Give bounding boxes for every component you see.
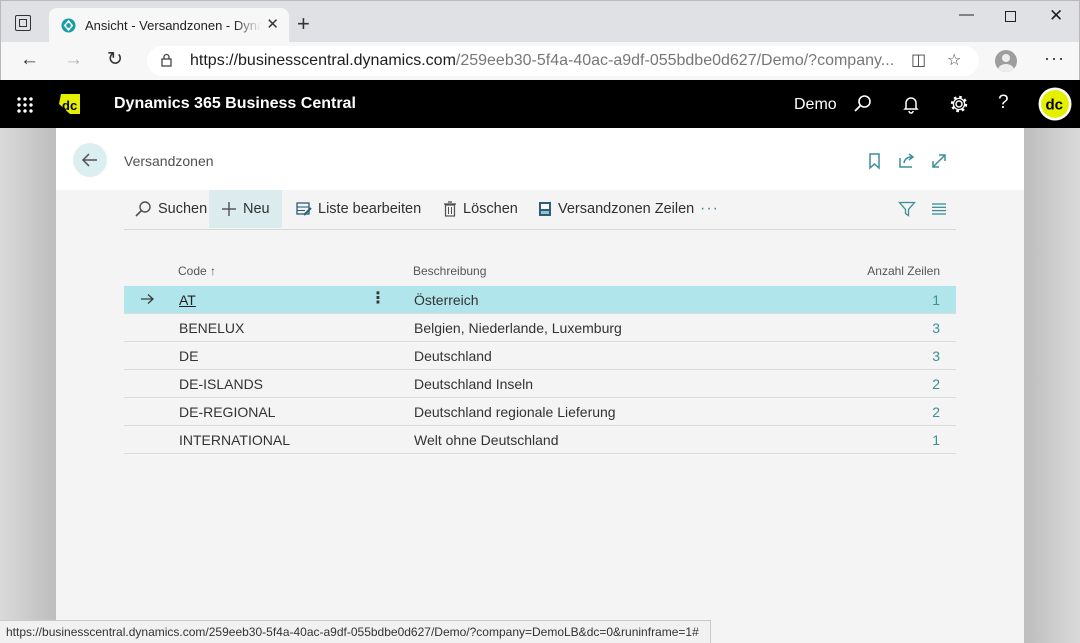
- trash-icon: [444, 201, 456, 217]
- app-bar: dc Dynamics 365 Business Central Demo ?: [0, 80, 1080, 128]
- page-header: Versandzonen: [56, 128, 1024, 190]
- row-menu-icon[interactable]: ⋮: [370, 291, 386, 307]
- new-label: Neu: [243, 201, 270, 217]
- notifications-icon[interactable]: [901, 94, 921, 114]
- tab-title: Ansicht - Versandzonen - Dynamics 365 Bu…: [85, 18, 261, 33]
- backdrop-left: [0, 128, 56, 643]
- search-button[interactable]: Suchen: [134, 190, 207, 228]
- filter-icon: [898, 201, 916, 217]
- code-cell[interactable]: DE-ISLANDS: [179, 376, 263, 392]
- delete-label: Löschen: [463, 201, 518, 217]
- edit-list-button[interactable]: Liste bearbeiten: [296, 190, 421, 228]
- search-icon[interactable]: [853, 94, 873, 114]
- column-header-code[interactable]: Code ↑: [178, 264, 216, 278]
- code-cell[interactable]: BENELUX: [179, 320, 244, 336]
- document-lines-icon: [539, 202, 551, 216]
- filter-button[interactable]: [898, 190, 922, 228]
- app-launcher-icon[interactable]: [16, 96, 33, 113]
- column-header-line-count[interactable]: Anzahl Zeilen: [867, 264, 940, 278]
- company-name[interactable]: Demo: [794, 96, 837, 114]
- table-row[interactable]: DE-REGIONAL Deutschland regionale Liefer…: [124, 398, 956, 426]
- table-rows: AT ⋮ Österreich 1 BENELUX Belgien, Niede…: [124, 286, 956, 454]
- browser-tab[interactable]: Ansicht - Versandzonen - Dynamics 365 Bu…: [49, 8, 289, 43]
- line-count-cell[interactable]: 3: [932, 348, 940, 364]
- column-header-description[interactable]: Beschreibung: [413, 264, 486, 278]
- table-row[interactable]: BENELUX Belgien, Niederlande, Luxemburg …: [124, 314, 956, 342]
- help-icon[interactable]: ?: [998, 92, 1018, 113]
- zone-lines-button[interactable]: Versandzonen Zeilen: [538, 190, 694, 228]
- arrow-right-icon: [141, 294, 154, 304]
- window-close-icon[interactable]: ✕: [1049, 7, 1063, 25]
- add-favorite-icon[interactable]: ☆: [947, 51, 961, 71]
- edit-list-icon: [296, 202, 312, 216]
- line-count-cell[interactable]: 1: [932, 432, 940, 448]
- settings-gear-icon[interactable]: [949, 94, 969, 114]
- profile-icon[interactable]: [995, 50, 1017, 72]
- arrow-left-icon: [81, 153, 97, 167]
- action-bar: Suchen Neu Liste bearbeiten Löschen Vers…: [124, 190, 956, 230]
- search-icon: [135, 201, 151, 217]
- split-screen-icon[interactable]: ◫: [911, 51, 926, 71]
- company-logo-icon[interactable]: dc: [57, 91, 83, 117]
- reload-icon[interactable]: ↻: [107, 50, 123, 70]
- product-name[interactable]: Dynamics 365 Business Central: [114, 95, 356, 113]
- share-icon[interactable]: [898, 152, 916, 170]
- search-label: Suchen: [158, 201, 208, 217]
- table-row[interactable]: DE-ISLANDS Deutschland Inseln 2: [124, 370, 956, 398]
- close-tab-icon[interactable]: ✕: [266, 16, 279, 34]
- list-view-icon: [932, 203, 946, 215]
- description-cell: Deutschland: [414, 348, 492, 364]
- expand-icon[interactable]: [930, 152, 948, 170]
- browser-forward-icon[interactable]: →: [64, 50, 83, 70]
- url-input[interactable]: https://businesscentral.dynamics.com/259…: [147, 46, 979, 76]
- minimize-icon[interactable]: —: [959, 6, 974, 24]
- url-host: https://businesscentral.dynamics.com: [190, 52, 456, 69]
- browser-tab-bar: Ansicht - Versandzonen - Dynamics 365 Bu…: [0, 0, 1080, 43]
- table-row[interactable]: AT ⋮ Österreich 1: [124, 286, 956, 314]
- description-cell: Deutschland regionale Lieferung: [414, 404, 616, 420]
- delete-button[interactable]: Löschen: [443, 190, 518, 228]
- backdrop-right: [1024, 128, 1080, 643]
- back-button[interactable]: [73, 143, 107, 177]
- link-status-bar: https://businesscentral.dynamics.com/259…: [0, 620, 711, 643]
- browser-address-bar: ← → ↻ https://businesscentral.dynamics.c…: [0, 42, 1080, 80]
- list-page: Versandzonen Suchen Neu Liste bearbeiten…: [56, 128, 1024, 643]
- table-row[interactable]: INTERNATIONAL Welt ohne Deutschland 1: [124, 426, 956, 454]
- new-button[interactable]: Neu: [209, 190, 282, 228]
- maximize-icon[interactable]: [1005, 11, 1016, 22]
- more-options-button[interactable]: ···: [700, 190, 719, 228]
- code-cell[interactable]: INTERNATIONAL: [179, 432, 290, 448]
- zone-lines-label: Versandzonen Zeilen: [558, 201, 695, 217]
- svg-text:dc: dc: [1046, 97, 1064, 114]
- code-cell[interactable]: DE-REGIONAL: [179, 404, 275, 420]
- url-path: /259eeb30-5f4a-40ac-a9df-055bdbe0d627/De…: [455, 52, 895, 69]
- tab-actions-icon[interactable]: [15, 15, 31, 31]
- user-avatar[interactable]: dc: [1038, 87, 1072, 121]
- browser-menu-icon[interactable]: ···: [1044, 48, 1065, 69]
- description-cell: Welt ohne Deutschland: [414, 432, 559, 448]
- code-cell[interactable]: DE: [179, 348, 198, 364]
- edit-list-label: Liste bearbeiten: [318, 201, 422, 217]
- code-cell[interactable]: AT: [179, 292, 196, 308]
- line-count-cell[interactable]: 2: [932, 404, 940, 420]
- description-cell: Belgien, Niederlande, Luxemburg: [414, 320, 622, 336]
- description-cell: Österreich: [414, 292, 479, 308]
- lock-icon: [161, 53, 172, 67]
- page-title: Versandzonen: [124, 153, 214, 169]
- bookmark-icon[interactable]: [866, 152, 884, 170]
- browser-back-icon[interactable]: ←: [20, 50, 39, 70]
- line-count-cell[interactable]: 1: [932, 292, 940, 308]
- line-count-cell[interactable]: 3: [932, 320, 940, 336]
- line-count-cell[interactable]: 2: [932, 376, 940, 392]
- business-central-favicon-icon: [61, 18, 76, 33]
- new-tab-button[interactable]: +: [297, 13, 310, 35]
- view-list-button[interactable]: [931, 190, 953, 228]
- table-row[interactable]: DE Deutschland 3: [124, 342, 956, 370]
- svg-text:dc: dc: [62, 98, 77, 113]
- description-cell: Deutschland Inseln: [414, 376, 534, 392]
- plus-icon: [222, 202, 236, 216]
